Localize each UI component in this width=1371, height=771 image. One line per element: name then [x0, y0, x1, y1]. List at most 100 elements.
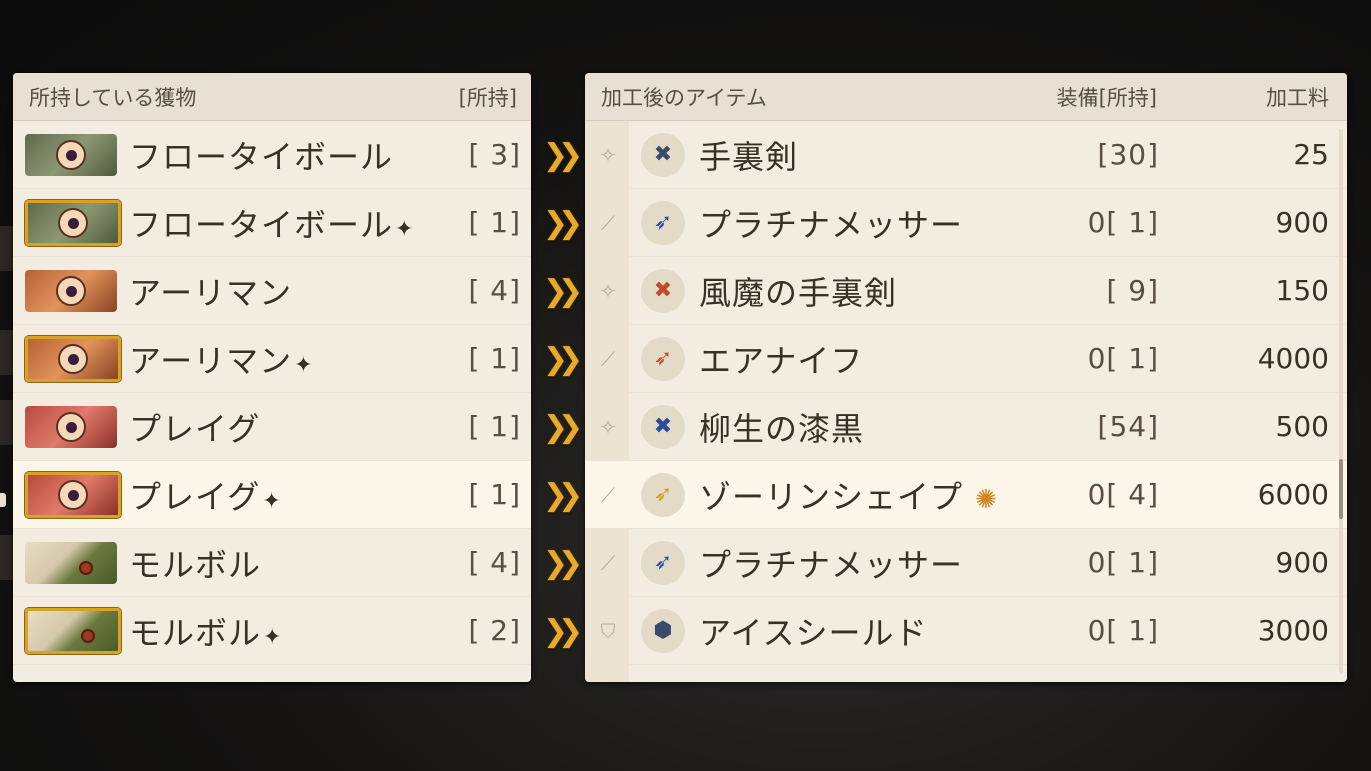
item-name: プラチナメッサー: [699, 540, 963, 586]
item-name: 柳生の漆黒: [699, 404, 864, 450]
prey-row[interactable]: モルボル [ 4]: [13, 529, 531, 597]
owned-count: [ 4]: [468, 546, 521, 579]
prey-name: アーリマン✦: [129, 336, 314, 382]
category-shuriken-icon: ✧: [599, 278, 617, 303]
item-name-text: アイスシールド: [699, 613, 928, 652]
hq-sparkle-icon: ✦: [263, 624, 283, 650]
double-chevron-right-icon: ❯❯: [538, 478, 583, 513]
item-name-text: 柳生の漆黒: [699, 409, 865, 448]
chevron-glyph: ❯❯: [542, 341, 583, 377]
double-chevron-right-icon: ❯❯: [538, 341, 583, 377]
processing-fee-header: 加工料: [1266, 85, 1329, 110]
prey-name-text: アーリマン: [129, 273, 293, 312]
monster-eye: [58, 480, 88, 510]
monster-eye: [56, 140, 86, 170]
prey-name-text: プレイグ: [129, 477, 261, 516]
prey-name-text: フロータイボール: [129, 205, 394, 244]
double-chevron-right-icon: ❯❯: [538, 546, 583, 581]
scrollbar[interactable]: [1339, 129, 1343, 674]
processed-item-row[interactable]: ⟋ ➶ エアナイフ 0[ 1] 4000: [585, 325, 1347, 393]
prey-row[interactable]: アーリマン✦ [ 1]: [13, 325, 531, 393]
equip-owned-count: [30]: [1097, 138, 1159, 171]
item-name: プラチナメッサー: [699, 200, 963, 246]
category-shuriken-icon: ✧: [599, 414, 617, 439]
item-name-text: ゾーリンシェイプ: [699, 477, 964, 516]
prey-row[interactable]: モルボル✦ [ 2]: [13, 597, 531, 665]
prey-row[interactable]: フロータイボール✦ [ 1]: [13, 189, 531, 257]
owned-prey-title: 所持している獲物: [29, 85, 197, 110]
processing-fee: 150: [1275, 274, 1329, 307]
processed-item-row[interactable]: ⟋ ➶ プラチナメッサー 0[ 1] 900: [585, 529, 1347, 597]
chevron-glyph: ❯❯: [542, 409, 583, 445]
owned-prey-panel: 所持している獲物 [所持] フロータイボール[ 3] フロータイボール✦[ 1] ア…: [13, 73, 531, 682]
item-shuriken-icon: ✖: [641, 132, 685, 177]
item-name-text: 風魔の手裏剣: [699, 273, 898, 312]
processed-item-row[interactable]: ⟋ ➶ プラチナメッサー 0[ 1] 900: [585, 189, 1347, 257]
category-dagger-icon: ⟋: [601, 210, 615, 235]
owned-count: [ 2]: [468, 614, 521, 647]
owned-count: [ 3]: [468, 138, 521, 171]
prey-list: フロータイボール[ 3] フロータイボール✦[ 1] アーリマン[ 4] アーリマン✦…: [13, 121, 531, 665]
background-ui-fragment: [0, 400, 14, 445]
background-ui-fragment: [0, 535, 14, 580]
processed-item-row[interactable]: ⛉ ⬢ アイスシールド 0[ 1] 3000: [585, 597, 1347, 665]
item-shuriken-icon: ✖: [641, 404, 685, 449]
processed-item-list: ✧ ✖ 手裏剣 [30] 25 ⟋ ➶ プラチナメッサー 0[ 1] 900 ✧ ✖ 風魔の手裏剣 [ 9…: [585, 121, 1347, 665]
owned-count: [ 1]: [468, 478, 521, 511]
category-dagger-icon: ⟋: [601, 482, 615, 507]
owned-count: [ 1]: [468, 410, 521, 443]
monster-portrait-icon: [25, 134, 117, 176]
monster-portrait-icon: [25, 608, 121, 654]
prey-name-text: モルボル: [129, 545, 262, 584]
chevron-glyph: ❯❯: [542, 273, 583, 309]
hq-sparkle-icon: ✦: [395, 216, 415, 242]
equip-owned-count: 0[ 1]: [1087, 342, 1159, 375]
processing-fee: 25: [1293, 138, 1329, 171]
item-name: エアナイフ: [699, 336, 863, 382]
equip-owned-count: [ 9]: [1106, 274, 1159, 307]
prey-row[interactable]: アーリマン [ 4]: [13, 257, 531, 325]
hq-sparkle-icon: ✦: [294, 352, 314, 378]
category-dagger-icon: ⟋: [601, 346, 615, 371]
category-dagger-icon: ⟋: [601, 550, 615, 575]
owned-prey-header: 所持している獲物 [所持]: [13, 73, 531, 121]
processing-fee: 3000: [1257, 614, 1329, 647]
equip-owned-count: 0[ 1]: [1087, 206, 1159, 239]
double-chevron-right-icon: ❯❯: [538, 205, 583, 241]
processed-item-row[interactable]: ⟋ ➶ ゾーリンシェイプ ✺ 0[ 4] 6000: [585, 461, 1347, 529]
processed-item-row[interactable]: ✧ ✖ 柳生の漆黒 [54] 500: [585, 393, 1347, 461]
prey-name: アーリマン: [129, 268, 292, 314]
prey-name: モルボル: [129, 540, 261, 586]
processed-items-panel: 加工後のアイテム 装備[所持] 加工料 ✧ ✖ 手裏剣 [30] 25 ⟋ ➶ プラチナメッサ…: [585, 73, 1347, 682]
processed-items-title: 加工後のアイテム: [601, 85, 767, 110]
scrollbar-thumb[interactable]: [1339, 459, 1343, 519]
prey-row[interactable]: プレイグ✦ [ 1]: [13, 461, 531, 529]
item-name: ゾーリンシェイプ ✺: [699, 472, 998, 518]
processed-item-row[interactable]: ✧ ✖ 風魔の手裏剣 [ 9] 150: [585, 257, 1347, 325]
prey-name: フロータイボール✦: [129, 200, 414, 246]
prey-name-text: アーリマン: [129, 341, 293, 380]
prey-name: プレイグ: [129, 404, 260, 450]
monster-eye: [58, 344, 88, 374]
category-shuriken-icon: ✧: [599, 142, 617, 167]
item-name-text: プラチナメッサー: [699, 545, 964, 584]
prey-row[interactable]: プレイグ [ 1]: [13, 393, 531, 461]
prey-name: フロータイボール: [129, 132, 393, 178]
monster-eye: [58, 208, 88, 238]
item-name-text: プラチナメッサー: [699, 205, 964, 244]
chevron-glyph: ❯❯: [542, 613, 583, 649]
processed-item-row[interactable]: ✧ ✖ 手裏剣 [30] 25: [585, 121, 1347, 189]
item-dagger-icon: ➶: [641, 200, 685, 245]
prey-name: プレイグ✦: [129, 472, 282, 518]
equip-owned-count: [54]: [1097, 410, 1159, 443]
processing-fee: 6000: [1257, 478, 1329, 511]
monster-eye: [81, 629, 95, 643]
item-name: アイスシールド: [699, 608, 927, 654]
monster-portrait-icon: [25, 542, 117, 584]
item-shuriken-icon: ✖: [641, 268, 685, 313]
item-dagger-icon: ➶: [641, 336, 685, 381]
prey-row[interactable]: フロータイボール [ 3]: [13, 121, 531, 189]
chevron-glyph: ❯❯: [542, 205, 583, 241]
processing-fee: 500: [1275, 410, 1329, 443]
item-name-text: 手裏剣: [699, 137, 799, 176]
